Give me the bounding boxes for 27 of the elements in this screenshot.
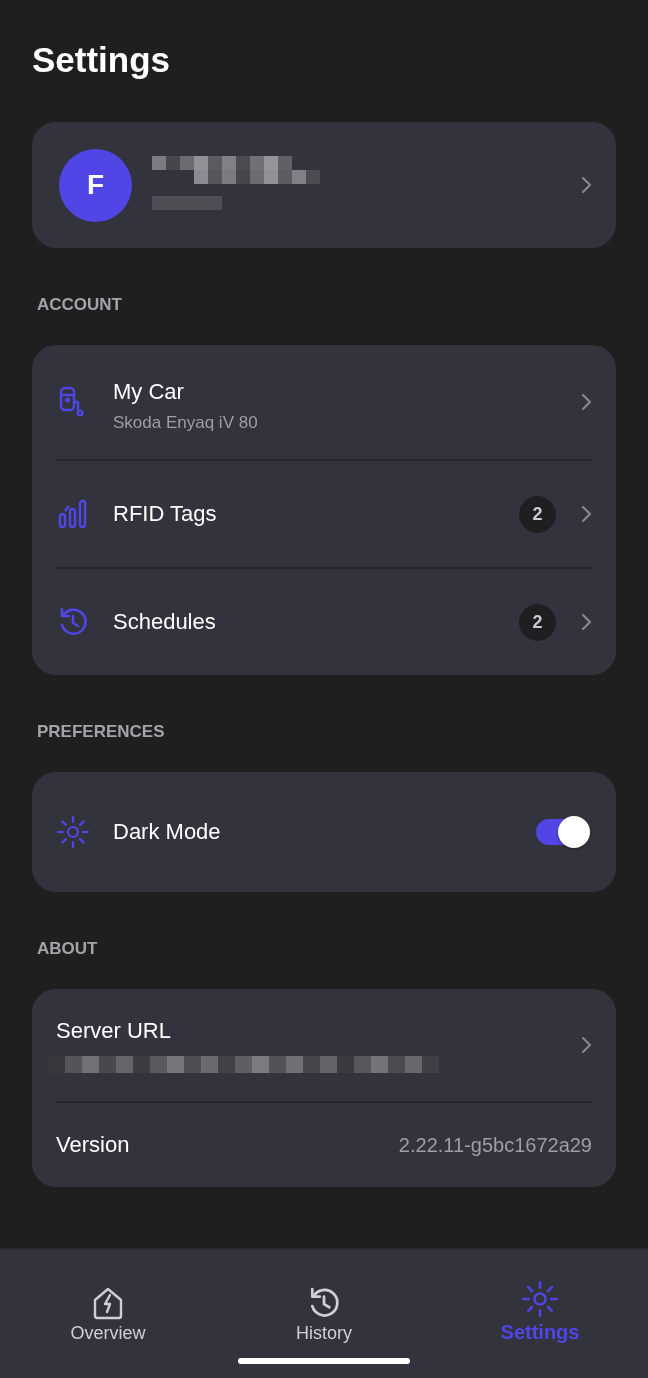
section-header: PREFERENCES [37, 722, 166, 743]
section-header: ACCOUNT [37, 295, 123, 316]
profile-card[interactable]: F [32, 122, 616, 248]
count-badge: 2 [519, 603, 556, 641]
row-label[interactable]: Schedules [113, 609, 216, 635]
home-bolt-icon [91, 1286, 125, 1320]
toggle-switch[interactable] [536, 819, 588, 845]
row-label[interactable]: RFID Tags [113, 501, 217, 527]
row-label[interactable]: Server URL [56, 1017, 439, 1044]
row-label[interactable]: Version [56, 1132, 130, 1158]
row-label[interactable]: Dark Mode [113, 819, 221, 845]
chevron-icon [580, 176, 592, 194]
row-label[interactable]: My Car [113, 379, 258, 405]
nav-tab[interactable]: Overview [33, 1262, 183, 1344]
sun-icon [56, 815, 90, 849]
count-badge: 2 [519, 495, 556, 533]
avatar: F [59, 148, 132, 222]
settings-icon [521, 1280, 559, 1318]
page-title: Settings [32, 40, 172, 80]
version-value: 2.22.11-g5bc1672a29 [398, 1133, 592, 1157]
nav-tab[interactable]: History [249, 1262, 399, 1344]
row-sublabel: Skoda Enyaq iV 80 [113, 413, 258, 433]
chevron-icon [580, 393, 592, 411]
chevron-icon [580, 613, 592, 631]
chevron-icon [580, 505, 592, 523]
section-header: ABOUT [37, 939, 99, 960]
chevron-icon [580, 1036, 592, 1054]
